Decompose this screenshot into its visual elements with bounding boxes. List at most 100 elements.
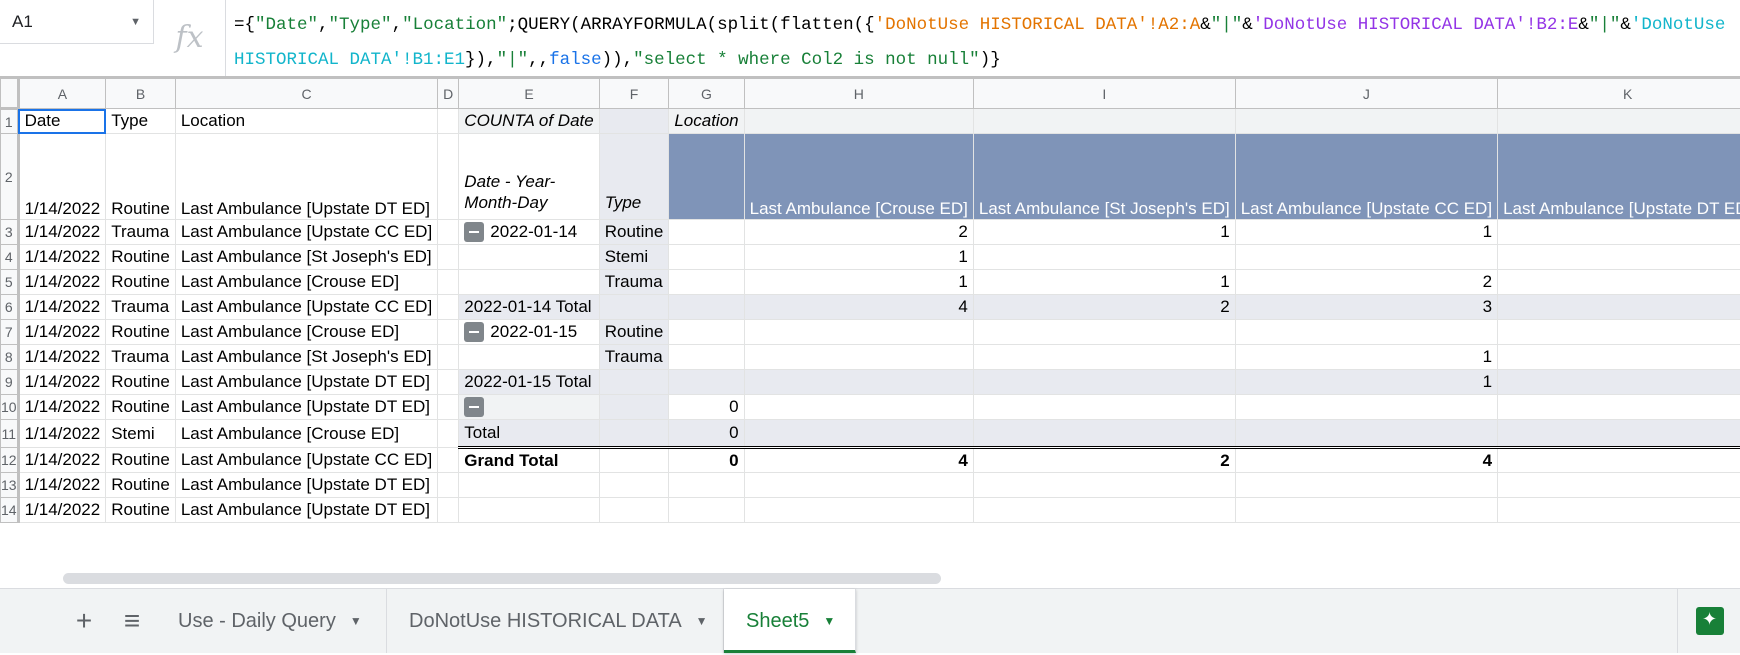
pivot-value[interactable]: [1498, 245, 1740, 270]
empty-cell[interactable]: [459, 473, 599, 498]
pivot-value[interactable]: [744, 345, 973, 370]
cell-d8[interactable]: [438, 345, 459, 370]
column-header-b[interactable]: B: [106, 79, 176, 109]
empty-cell[interactable]: [744, 473, 973, 498]
pivot-value[interactable]: 2: [1498, 320, 1740, 345]
empty-cell[interactable]: [973, 473, 1235, 498]
chevron-down-icon[interactable]: ▼: [130, 0, 141, 44]
pivot-value[interactable]: 2: [1235, 270, 1497, 295]
cell-c2[interactable]: Last Ambulance [Upstate DT ED]: [175, 134, 437, 220]
formula-input[interactable]: ={"Date","Type","Location";QUERY(ARRAYFO…: [234, 8, 1734, 78]
cell-d13[interactable]: [438, 473, 459, 498]
empty-cell[interactable]: [1235, 473, 1497, 498]
pivot-value[interactable]: 1: [744, 270, 973, 295]
cell-d10[interactable]: [438, 395, 459, 420]
pivot-value[interactable]: 4: [1235, 448, 1497, 473]
empty-cell[interactable]: [973, 498, 1235, 523]
cell-b13[interactable]: Routine: [106, 473, 176, 498]
pivot-row-label[interactable]: Grand Total: [459, 448, 599, 473]
pivot-row-label[interactable]: [459, 395, 599, 420]
pivot-value[interactable]: [973, 420, 1235, 448]
pivot-value[interactable]: [973, 245, 1235, 270]
column-header-e[interactable]: E: [459, 79, 599, 109]
pivot-value[interactable]: [973, 320, 1235, 345]
pivot-col-header[interactable]: Last Ambulance [St Joseph's ED]: [973, 134, 1235, 220]
cell-a10[interactable]: 1/14/2022: [18, 395, 106, 420]
pivot-header-blank[interactable]: [973, 109, 1235, 134]
pivot-value[interactable]: [669, 370, 744, 395]
row-header[interactable]: 1: [1, 109, 19, 134]
pivot-row-type[interactable]: Routine: [599, 320, 669, 345]
cell-a5[interactable]: 1/14/2022: [18, 270, 106, 295]
cell-c3[interactable]: Last Ambulance [Upstate CC ED]: [175, 220, 437, 245]
name-box[interactable]: A1 ▼: [0, 0, 154, 44]
pivot-row-label[interactable]: 2022-01-14 Total: [459, 295, 599, 320]
row-header[interactable]: 9: [1, 370, 19, 395]
all-sheets-icon[interactable]: ≡: [110, 589, 154, 653]
cell-a9[interactable]: 1/14/2022: [18, 370, 106, 395]
chevron-down-icon[interactable]: ▼: [350, 614, 362, 628]
column-header-g[interactable]: G: [669, 79, 744, 109]
empty-cell[interactable]: [744, 498, 973, 523]
cell-a3[interactable]: 1/14/2022: [18, 220, 106, 245]
sheet-tab[interactable]: Use - Daily Query▼: [156, 589, 387, 653]
cell-a14[interactable]: 1/14/2022: [18, 498, 106, 523]
row-header[interactable]: 12: [1, 448, 19, 473]
cell-d3[interactable]: [438, 220, 459, 245]
cell-a2[interactable]: 1/14/2022: [18, 134, 106, 220]
column-header-f[interactable]: F: [599, 79, 669, 109]
pivot-row-type[interactable]: [599, 295, 669, 320]
pivot-value[interactable]: 1: [1235, 220, 1497, 245]
cell-a12[interactable]: 1/14/2022: [18, 448, 106, 473]
pivot-row-field-date[interactable]: Date - Year-Month-Day: [459, 134, 599, 220]
pivot-col-header[interactable]: Last Ambulance [Upstate CC ED]: [1235, 134, 1497, 220]
pivot-value[interactable]: 0: [669, 420, 744, 448]
cell-b12[interactable]: Routine: [106, 448, 176, 473]
cell-d12[interactable]: [438, 448, 459, 473]
row-header[interactable]: 3: [1, 220, 19, 245]
pivot-value[interactable]: 1: [1235, 345, 1497, 370]
pivot-value-label[interactable]: COUNTA of Date: [459, 109, 599, 134]
horizontal-scrollbar[interactable]: [0, 568, 1740, 588]
pivot-value[interactable]: 4: [744, 295, 973, 320]
pivot-row-label[interactable]: 2022-01-14: [459, 220, 599, 245]
cell-a1[interactable]: Date: [18, 109, 106, 134]
pivot-col-header[interactable]: Last Ambulance [Crouse ED]: [744, 134, 973, 220]
column-header-k[interactable]: K: [1498, 79, 1740, 109]
pivot-column-field[interactable]: Location: [669, 109, 744, 134]
pivot-value[interactable]: [1235, 420, 1497, 448]
pivot-row-type[interactable]: [599, 448, 669, 473]
cell-c8[interactable]: Last Ambulance [St Joseph's ED]: [175, 345, 437, 370]
pivot-row-label[interactable]: 2022-01-15: [459, 320, 599, 345]
empty-cell[interactable]: [459, 498, 599, 523]
empty-cell[interactable]: [1498, 498, 1740, 523]
pivot-row-type[interactable]: Trauma: [599, 270, 669, 295]
cell-b9[interactable]: Routine: [106, 370, 176, 395]
cell-d4[interactable]: [438, 245, 459, 270]
pivot-value[interactable]: [973, 395, 1235, 420]
cell-c9[interactable]: Last Ambulance [Upstate DT ED]: [175, 370, 437, 395]
column-header-a[interactable]: A: [18, 79, 106, 109]
pivot-value[interactable]: [669, 245, 744, 270]
row-header[interactable]: 2: [1, 134, 19, 220]
pivot-row-label[interactable]: [459, 270, 599, 295]
sheet-tab[interactable]: Sheet5▼: [724, 589, 856, 653]
chevron-down-icon[interactable]: ▼: [823, 614, 835, 628]
cell-d5[interactable]: [438, 270, 459, 295]
pivot-row-type[interactable]: Trauma: [599, 345, 669, 370]
row-header[interactable]: 4: [1, 245, 19, 270]
cell-a8[interactable]: 1/14/2022: [18, 345, 106, 370]
cell-b10[interactable]: Routine: [106, 395, 176, 420]
pivot-value[interactable]: 0: [669, 448, 744, 473]
chevron-down-icon[interactable]: ▼: [696, 614, 708, 628]
pivot-value[interactable]: [744, 320, 973, 345]
cell-c7[interactable]: Last Ambulance [Crouse ED]: [175, 320, 437, 345]
pivot-row-label[interactable]: Total: [459, 420, 599, 448]
pivot-value[interactable]: 0: [669, 395, 744, 420]
pivot-value[interactable]: [1498, 420, 1740, 448]
cell-c11[interactable]: Last Ambulance [Crouse ED]: [175, 420, 437, 448]
cell-b11[interactable]: Stemi: [106, 420, 176, 448]
pivot-col-header[interactable]: [669, 134, 744, 220]
column-header-c[interactable]: C: [175, 79, 437, 109]
cell-a11[interactable]: 1/14/2022: [18, 420, 106, 448]
